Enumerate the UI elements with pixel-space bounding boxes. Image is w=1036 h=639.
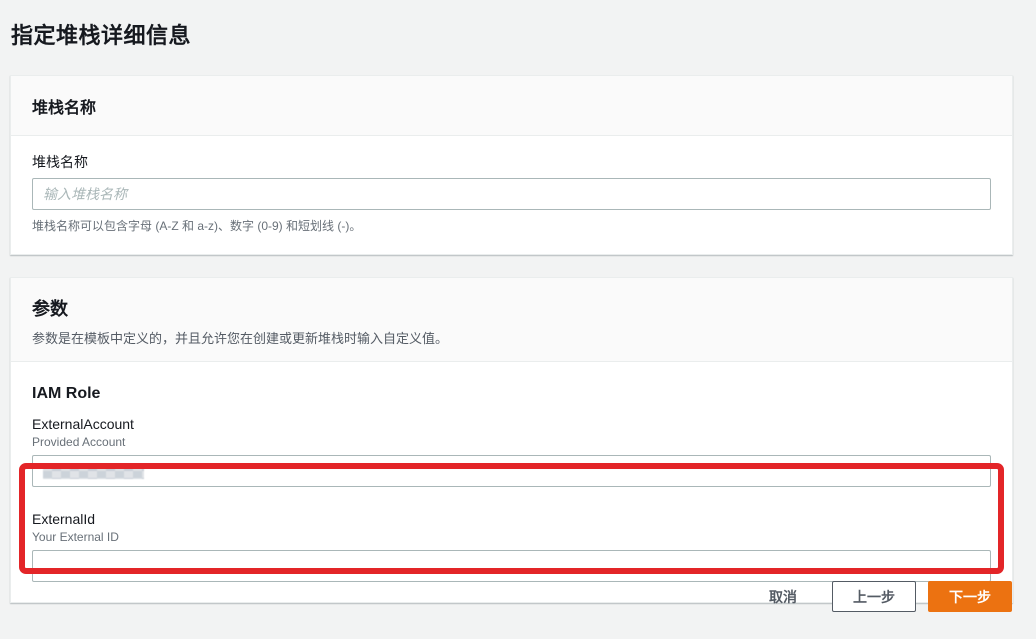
previous-button[interactable]: 上一步 xyxy=(832,581,916,612)
stack-name-hint: 堆栈名称可以包含字母 (A-Z 和 a-z)、数字 (0-9) 和短划线 (-)… xyxy=(32,217,991,234)
stack-name-card-title: 堆栈名称 xyxy=(32,100,96,117)
stack-name-field-label: 堆栈名称 xyxy=(32,152,991,172)
external-id-field: ExternalId Your External ID xyxy=(32,511,991,582)
next-button[interactable]: 下一步 xyxy=(928,581,1012,612)
parameters-card: 参数 参数是在模板中定义的，并且允许您在创建或更新堆栈时输入自定义值。 IAM … xyxy=(10,277,1013,603)
external-id-label: ExternalId xyxy=(32,511,991,527)
stack-name-card: 堆栈名称 堆栈名称 堆栈名称可以包含字母 (A-Z 和 a-z)、数字 (0-9… xyxy=(10,75,1013,255)
stack-name-input[interactable] xyxy=(32,178,991,210)
footer-actions: 取消 上一步 下一步 xyxy=(769,581,1012,612)
parameters-card-title: 参数 xyxy=(32,299,68,319)
parameters-card-body: IAM Role ExternalAccount Provided Accoun… xyxy=(11,362,1012,602)
stack-name-card-header: 堆栈名称 xyxy=(11,76,1012,136)
redacted-account-value xyxy=(43,464,144,479)
parameters-card-header: 参数 参数是在模板中定义的，并且允许您在创建或更新堆栈时输入自定义值。 xyxy=(11,278,1012,362)
cancel-button[interactable]: 取消 xyxy=(769,581,797,612)
external-account-sublabel: Provided Account xyxy=(32,435,991,449)
external-id-input[interactable] xyxy=(32,550,991,582)
external-account-label: ExternalAccount xyxy=(32,416,991,432)
page-title: 指定堆栈详细信息 xyxy=(0,0,1036,50)
external-account-field: ExternalAccount Provided Account xyxy=(32,416,991,487)
specify-stack-details-page: 指定堆栈详细信息 堆栈名称 堆栈名称 堆栈名称可以包含字母 (A-Z 和 a-z… xyxy=(0,0,1036,639)
stack-name-card-body: 堆栈名称 堆栈名称可以包含字母 (A-Z 和 a-z)、数字 (0-9) 和短划… xyxy=(11,136,1012,254)
iam-role-group-title: IAM Role xyxy=(32,385,991,403)
external-account-input[interactable] xyxy=(32,455,991,487)
external-id-sublabel: Your External ID xyxy=(32,530,991,544)
parameters-card-description: 参数是在模板中定义的，并且允许您在创建或更新堆栈时输入自定义值。 xyxy=(32,328,991,347)
